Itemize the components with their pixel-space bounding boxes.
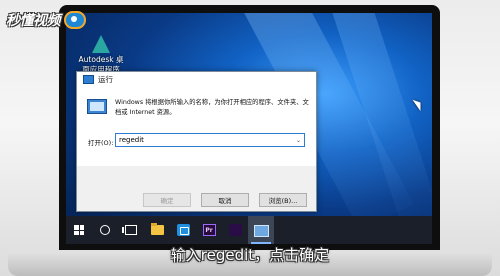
taskbar: Pr bbox=[66, 216, 432, 244]
run-taskbar-button[interactable] bbox=[248, 216, 274, 244]
ok-button[interactable]: 确定 bbox=[143, 193, 191, 207]
chevron-down-icon[interactable]: ⌄ bbox=[296, 137, 301, 144]
file-explorer-button[interactable] bbox=[144, 216, 170, 244]
run-program-icon bbox=[87, 99, 107, 114]
video-subtitle: 输入regedit，点击确定 bbox=[170, 246, 330, 264]
run-icon bbox=[254, 225, 269, 237]
watermark-logo-icon bbox=[64, 11, 86, 29]
photoshop-icon bbox=[228, 224, 242, 236]
run-title-icon bbox=[83, 74, 94, 84]
browse-button[interactable]: 浏览(B)... bbox=[259, 193, 307, 207]
open-label: 打开(O): bbox=[88, 139, 114, 147]
desktop-icon-autodesk[interactable]: Autodesk 桌 面应用程序 bbox=[70, 33, 132, 75]
watermark: 秒懂视频 bbox=[6, 10, 86, 30]
video-frame: Autodesk 桌 面应用程序 运行 Windows 将根据你所输入的名称，为… bbox=[0, 0, 500, 276]
mouse-cursor-icon bbox=[412, 96, 425, 112]
search-button[interactable] bbox=[92, 216, 118, 244]
premiere-button[interactable]: Pr bbox=[196, 216, 222, 244]
run-command-value: regedit bbox=[119, 136, 144, 144]
cancel-button[interactable]: 取消 bbox=[201, 193, 249, 207]
premiere-icon: Pr bbox=[202, 224, 216, 236]
start-button[interactable] bbox=[66, 216, 92, 244]
file-explorer-icon bbox=[150, 223, 164, 235]
desktop-icon-label-line1: Autodesk 桌 bbox=[78, 55, 124, 64]
desktop-screen: Autodesk 桌 面应用程序 运行 Windows 将根据你所输入的名称，为… bbox=[66, 13, 432, 244]
task-view-button[interactable] bbox=[118, 216, 144, 244]
run-dialog-titlebar[interactable]: 运行 bbox=[77, 72, 316, 86]
autodesk-icon bbox=[90, 33, 112, 55]
run-dialog-title: 运行 bbox=[98, 74, 113, 84]
search-icon bbox=[100, 225, 110, 235]
windows-start-icon bbox=[74, 225, 84, 235]
run-dialog-description: Windows 将根据你所输入的名称，为你打开相应的程序、文件夹、文档或 Int… bbox=[115, 99, 309, 116]
app-button[interactable] bbox=[170, 216, 196, 244]
run-dialog: 运行 Windows 将根据你所输入的名称，为你打开相应的程序、文件夹、文档或 … bbox=[76, 71, 317, 212]
app-icon bbox=[176, 224, 190, 236]
task-view-icon bbox=[122, 225, 137, 235]
run-command-input[interactable]: regedit ⌄ bbox=[115, 133, 305, 147]
photoshop-button[interactable] bbox=[222, 216, 248, 244]
watermark-text: 秒懂视频 bbox=[6, 13, 61, 29]
